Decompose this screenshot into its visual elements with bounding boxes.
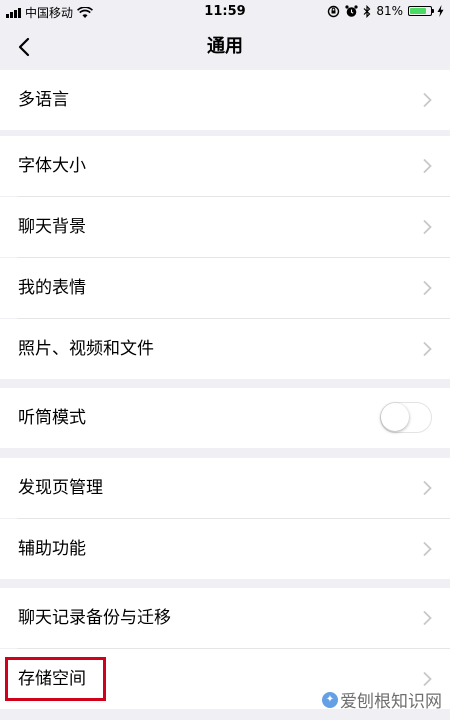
battery-percent: 81% — [376, 4, 403, 18]
chevron-right-icon — [423, 219, 432, 235]
chevron-right-icon — [423, 341, 432, 357]
row-label: 辅助功能 — [18, 539, 86, 559]
earpiece-mode-toggle[interactable] — [380, 402, 432, 433]
row-multi-language[interactable]: 多语言 — [0, 70, 450, 130]
rotation-lock-icon — [328, 5, 340, 17]
chevron-right-icon — [423, 610, 432, 626]
row-label: 聊天背景 — [18, 217, 86, 237]
bluetooth-icon — [363, 4, 371, 18]
alarm-icon — [345, 4, 358, 17]
row-label: 我的表情 — [18, 278, 86, 298]
watermark-logo-icon: ✦ — [322, 691, 338, 708]
row-my-stickers[interactable]: 我的表情 — [0, 258, 450, 318]
row-discover-management[interactable]: 发现页管理 — [0, 458, 450, 518]
chevron-right-icon — [423, 541, 432, 557]
row-label: 发现页管理 — [18, 478, 103, 498]
chevron-right-icon — [423, 92, 432, 108]
watermark-text: 爱刨根知识网 — [340, 692, 442, 712]
row-label: 照片、视频和文件 — [18, 339, 154, 359]
chevron-right-icon — [423, 280, 432, 296]
page-title: 通用 — [207, 36, 243, 57]
row-photos-videos-files[interactable]: 照片、视频和文件 — [0, 319, 450, 379]
row-chat-background[interactable]: 聊天背景 — [0, 197, 450, 257]
watermark: ✦ 爱刨根知识网 — [322, 687, 442, 712]
status-right: 81% — [327, 4, 444, 18]
battery-level-fill — [410, 8, 427, 14]
nav-bar: 通用 — [0, 24, 450, 70]
row-accessibility[interactable]: 辅助功能 — [0, 519, 450, 579]
chevron-right-icon — [423, 158, 432, 174]
toggle-knob — [381, 403, 409, 431]
status-bar: 中国移动 11:59 81% — [0, 0, 450, 24]
row-label: 字体大小 — [18, 156, 86, 176]
charging-bolt-icon — [437, 5, 444, 17]
row-label: 多语言 — [18, 90, 69, 110]
row-label: 聊天记录备份与迁移 — [18, 608, 171, 628]
highlight-box — [5, 657, 106, 701]
battery-icon — [408, 6, 434, 16]
row-label: 听筒模式 — [18, 408, 86, 428]
chevron-right-icon — [423, 480, 432, 496]
chevron-right-icon — [423, 671, 432, 687]
row-chat-backup-migration[interactable]: 聊天记录备份与迁移 — [0, 588, 450, 648]
row-font-size[interactable]: 字体大小 — [0, 136, 450, 196]
row-earpiece-mode: 听筒模式 — [0, 388, 450, 448]
